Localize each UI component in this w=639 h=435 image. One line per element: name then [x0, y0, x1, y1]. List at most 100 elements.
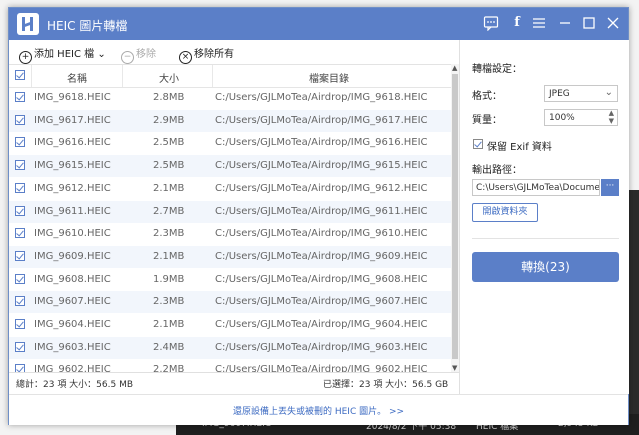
header-size[interactable]: 大小	[159, 70, 179, 85]
window-title: HEIC 圖片轉檔	[47, 19, 128, 33]
file-size: 2.8MB	[153, 92, 185, 103]
table-scrollbar[interactable]: ▲ ▼	[451, 64, 459, 372]
table-row[interactable]: IMG_9609.HEIC 2.1MB C:/Users/GJLMoTea/Aird…	[9, 245, 451, 268]
file-directory: C:/Users/GJLMoTea/Airdrop/IMG_9604.HEIC	[215, 319, 428, 330]
file-size: 2.7MB	[153, 205, 185, 217]
row-checkbox[interactable]	[15, 182, 25, 193]
maximize-icon[interactable]	[581, 15, 597, 31]
row-checkbox[interactable]	[15, 137, 25, 148]
file-table: 名稱 大小 檔案目錄 IMG_9618.HEIC 2.8MB C:/Users/GJ…	[9, 64, 459, 373]
facebook-icon[interactable]: f	[509, 15, 525, 31]
row-checkbox[interactable]	[15, 228, 25, 239]
settings-panel: 轉檔設定： 格式： JPEG ⌄ 質量： 100% ▲ ▼ 保留 Exif 資料 …	[459, 40, 629, 394]
output-label: 輸出路徑：	[472, 165, 522, 176]
remove-all-button[interactable]: × 移除所有	[179, 45, 234, 64]
row-checkbox[interactable]	[15, 250, 25, 261]
title-bar[interactable]: HEIC 圖片轉檔 f	[9, 8, 628, 40]
quality-stepper[interactable]: 100% ▲ ▼	[544, 109, 618, 126]
file-size: 2.5MB	[153, 137, 185, 149]
settings-title: 轉檔設定：	[472, 64, 522, 75]
file-directory: C:/Users/GJLMoTea/Airdrop/IMG_9615.HEIC	[215, 160, 428, 172]
convert-button[interactable]: 轉換(23)	[472, 252, 619, 282]
minimize-icon[interactable]	[557, 15, 573, 31]
remove-all-label: 移除所有	[194, 49, 234, 60]
add-label: 添加 HEIC 檔	[34, 49, 95, 60]
file-directory: C:/Users/GJLMoTea/Airdrop/IMG_9608.HEIC	[215, 273, 428, 285]
header-directory[interactable]: 檔案目錄	[309, 70, 349, 85]
table-row[interactable]: IMG_9610.HEIC 2.3MB C:/Users/GJLMoTea/Aird…	[9, 223, 451, 245]
file-directory: C:/Users/GJLMoTea/Airdrop/IMG_9610.HEIC	[215, 228, 428, 240]
scrollbar-thumb[interactable]	[452, 74, 458, 359]
selected-status: 已選擇：23 項 大小：56.5 GB	[323, 380, 449, 390]
table-row[interactable]: IMG_9616.HEIC 2.5MB C:/Users/GJLMoTea/Aird…	[9, 132, 451, 154]
file-directory: C:/Users/GJLMoTea/Airdrop/IMG_9603.HEIC	[215, 341, 428, 353]
row-checkbox[interactable]	[15, 296, 25, 307]
file-name: IMG_9617.HEIC	[34, 114, 111, 126]
table-row[interactable]: IMG_9603.HEIC 2.4MB C:/Users/GJLMoTea/Aird…	[9, 336, 451, 359]
row-checkbox[interactable]	[15, 341, 25, 352]
menu-icon[interactable]	[531, 15, 547, 31]
file-size: 2.1MB	[153, 319, 185, 330]
table-row[interactable]: IMG_9611.HEIC 2.7MB C:/Users/GJLMoTea/Aird…	[9, 200, 451, 223]
column-divider	[31, 65, 32, 87]
output-path-field[interactable]: C:\Users\GJLMoTea\Documents	[472, 179, 600, 196]
file-directory: C:/Users/GJLMoTea/Airdrop/IMG_9611.HEIC	[215, 205, 428, 217]
format-label: 格式：	[472, 91, 502, 102]
column-divider	[122, 65, 123, 87]
column-divider	[212, 65, 213, 87]
file-name: IMG_9607.HEIC	[34, 296, 111, 308]
row-checkbox[interactable]	[15, 160, 25, 171]
file-size: 2.1MB	[153, 250, 185, 262]
file-name: IMG_9608.HEIC	[34, 273, 111, 285]
stepper-arrows-icon[interactable]: ▲ ▼	[609, 109, 614, 125]
browse-button[interactable]: ···	[601, 179, 619, 196]
add-heic-button[interactable]: + 添加 HEIC 檔 ⌄	[19, 45, 106, 64]
recover-link[interactable]: 還原設備上丟失或被刪的 HEIC 圖片。 >>	[9, 404, 628, 417]
file-directory: C:/Users/GJLMoTea/Airdrop/IMG_9612.HEIC	[215, 182, 428, 194]
table-header: 名稱 大小 檔案目錄	[9, 65, 451, 88]
table-row[interactable]: IMG_9607.HEIC 2.3MB C:/Users/GJLMoTea/Aird…	[9, 291, 451, 314]
exif-checkbox[interactable]	[473, 139, 483, 149]
row-checkbox[interactable]	[15, 92, 25, 102]
scroll-up-icon[interactable]: ▲	[452, 64, 457, 72]
file-directory: C:/Users/GJLMoTea/Airdrop/IMG_9616.HEIC	[215, 137, 428, 149]
format-select[interactable]: JPEG ⌄	[544, 85, 618, 102]
table-row[interactable]: IMG_9615.HEIC 2.5MB C:/Users/GJLMoTea/Aird…	[9, 155, 451, 178]
chevron-down-icon: ⌄	[97, 49, 106, 60]
row-checkbox[interactable]	[15, 319, 25, 329]
file-name: IMG_9603.HEIC	[34, 341, 111, 353]
header-name[interactable]: 名稱	[67, 70, 87, 85]
table-row[interactable]: IMG_9602.HEIC 2.2MB C:/Users/GJLMoTea/Aird…	[9, 359, 451, 373]
feedback-icon[interactable]	[483, 15, 499, 32]
row-checkbox[interactable]	[15, 114, 25, 125]
file-name: IMG_9615.HEIC	[34, 160, 111, 172]
file-directory: C:/Users/GJLMoTea/Airdrop/IMG_9607.HEIC	[215, 296, 428, 308]
minus-icon: −	[121, 51, 134, 64]
row-checkbox[interactable]	[15, 273, 25, 284]
file-size: 2.9MB	[153, 114, 185, 126]
file-name: IMG_9604.HEIC	[34, 319, 111, 330]
background-window-edge	[628, 190, 639, 420]
file-size: 2.3MB	[153, 228, 185, 240]
row-checkbox[interactable]	[15, 205, 25, 216]
select-all-checkbox[interactable]	[15, 70, 25, 80]
table-row[interactable]: IMG_9618.HEIC 2.8MB C:/Users/GJLMoTea/Aird…	[9, 87, 451, 109]
x-icon: ×	[179, 51, 192, 64]
file-size: 1.9MB	[153, 273, 185, 285]
close-icon[interactable]	[605, 15, 621, 31]
open-folder-button[interactable]: 開啟資料夾	[472, 203, 538, 222]
file-size: 2.5MB	[153, 160, 185, 172]
exif-label: 保留 Exif 資料	[487, 142, 552, 153]
file-directory: C:/Users/GJLMoTea/Airdrop/IMG_9609.HEIC	[215, 250, 428, 262]
quality-label: 質量：	[472, 115, 502, 126]
table-row[interactable]: IMG_9617.HEIC 2.9MB C:/Users/GJLMoTea/Aird…	[9, 109, 451, 132]
file-size: 2.3MB	[153, 296, 185, 308]
scroll-down-icon[interactable]: ▼	[452, 364, 457, 372]
table-row[interactable]: IMG_9608.HEIC 1.9MB C:/Users/GJLMoTea/Aird…	[9, 269, 451, 291]
remove-button[interactable]: − 移除	[121, 45, 156, 64]
table-row[interactable]: IMG_9604.HEIC 2.1MB C:/Users/GJLMoTea/Aird…	[9, 314, 451, 336]
chevron-down-icon: ⌄	[604, 87, 613, 98]
table-row[interactable]: IMG_9612.HEIC 2.1MB C:/Users/GJLMoTea/Aird…	[9, 178, 451, 200]
file-name: IMG_9610.HEIC	[34, 228, 111, 240]
file-directory: C:/Users/GJLMoTea/Airdrop/IMG_9618.HEIC	[215, 92, 428, 103]
